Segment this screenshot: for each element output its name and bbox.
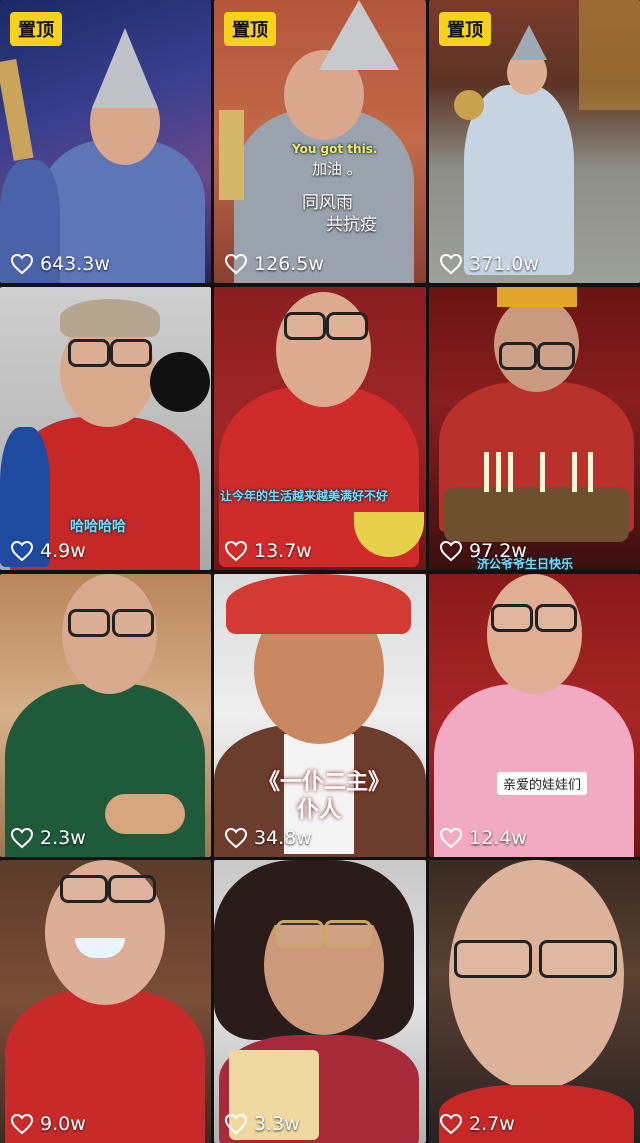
heart-outline-icon <box>224 540 248 562</box>
like-count-value: 13.7w <box>254 540 312 562</box>
video-tile-2[interactable]: 置顶 You got this. 加油 。 同风雨 共抗疫 126.5w <box>214 0 426 283</box>
video-tile-10[interactable]: 9.0w <box>0 860 211 1143</box>
like-count: 13.7w <box>224 540 312 562</box>
pinned-badge: 置顶 <box>439 12 491 46</box>
video-tile-6[interactable]: 济公爷爷生日快乐 97.2w <box>429 287 640 570</box>
video-grid: 置顶 643.3w 置顶 You got this. 加油 。 同风雨 共抗疫 … <box>0 0 640 1143</box>
heart-outline-icon <box>439 827 463 849</box>
like-count-value: 9.0w <box>40 1113 86 1135</box>
like-count: 371.0w <box>439 253 539 275</box>
like-count-value: 34.8w <box>254 827 312 849</box>
like-count-value: 12.4w <box>469 827 527 849</box>
heart-outline-icon <box>439 540 463 562</box>
like-count: 126.5w <box>224 253 324 275</box>
video-tile-9[interactable]: 亲爱的娃娃们 12.4w <box>429 574 640 857</box>
like-count-value: 371.0w <box>469 253 539 275</box>
video-tile-12[interactable]: 2.7w <box>429 860 640 1143</box>
video-tile-7[interactable]: 2.3w <box>0 574 211 857</box>
like-count: 2.3w <box>10 827 86 849</box>
like-count: 12.4w <box>439 827 527 849</box>
caption-english: You got this. <box>292 142 378 156</box>
heart-outline-icon <box>10 827 34 849</box>
like-count: 97.2w <box>439 540 527 562</box>
like-count-value: 97.2w <box>469 540 527 562</box>
video-tile-4[interactable]: 哈哈哈哈 4.9w <box>0 287 211 570</box>
like-count: 643.3w <box>10 253 110 275</box>
video-tile-5[interactable]: 让今年的生活越来越美满好不好 13.7w <box>214 287 426 570</box>
pinned-badge: 置顶 <box>224 12 276 46</box>
caption: 哈哈哈哈 <box>70 519 126 535</box>
like-count-value: 3.3w <box>254 1113 300 1135</box>
heart-outline-icon <box>439 1113 463 1135</box>
caption-line-3: 共抗疫 <box>326 215 377 235</box>
like-count-value: 2.7w <box>469 1113 515 1135</box>
caption: 亲爱的娃娃们 <box>497 772 588 795</box>
heart-outline-icon <box>224 253 248 275</box>
heart-outline-icon <box>10 253 34 275</box>
heart-outline-icon <box>10 1113 34 1135</box>
heart-outline-icon <box>10 540 34 562</box>
like-count: 4.9w <box>10 540 86 562</box>
like-count: 34.8w <box>224 827 312 849</box>
video-tile-8[interactable]: 《一仆二主》 仆人 34.8w <box>214 574 426 857</box>
like-count: 2.7w <box>439 1113 515 1135</box>
like-count-value: 126.5w <box>254 253 324 275</box>
caption-role: 仆人 <box>297 798 342 823</box>
video-tile-1[interactable]: 置顶 643.3w <box>0 0 211 283</box>
heart-outline-icon <box>224 1113 248 1135</box>
caption: 让今年的生活越来越美满好不好 <box>220 489 389 503</box>
pinned-badge: 置顶 <box>10 12 62 46</box>
like-count-value: 643.3w <box>40 253 110 275</box>
video-tile-11[interactable]: 3.3w <box>214 860 426 1143</box>
video-tile-3[interactable]: 置顶 371.0w <box>429 0 640 283</box>
like-count-value: 2.3w <box>40 827 86 849</box>
like-count: 3.3w <box>224 1113 300 1135</box>
like-count-value: 4.9w <box>40 540 86 562</box>
heart-outline-icon <box>224 827 248 849</box>
heart-outline-icon <box>439 253 463 275</box>
like-count: 9.0w <box>10 1113 86 1135</box>
caption-line-1: 加油 。 <box>312 160 362 178</box>
